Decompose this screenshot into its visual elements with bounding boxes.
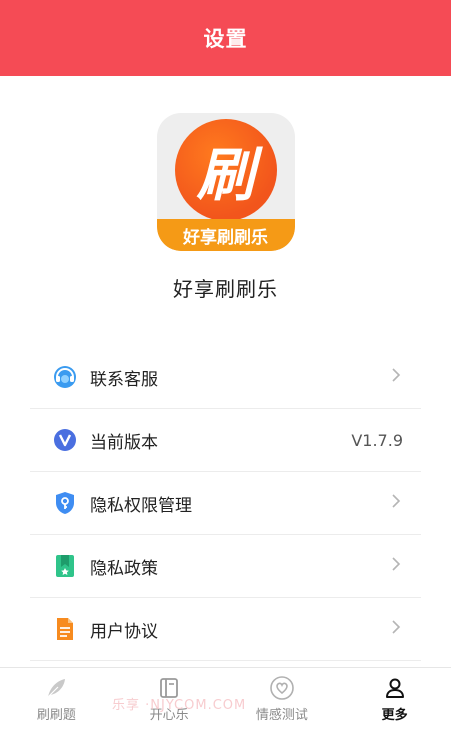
privacy-policy-icon [52,553,78,579]
chevron-right-icon [391,367,401,388]
menu-item-user-agreement[interactable]: 用户协议 [30,598,421,661]
user-icon [383,675,407,701]
menu-item-privacy-policy[interactable]: 隐私政策 [30,535,421,598]
menu-item-label: 用户协议 [90,621,158,642]
watermark: 乐享 ·NJYCOM.COM [112,698,247,713]
logo-glyph: 刷 [196,141,255,209]
tab-label: 刷刷题 [36,707,76,723]
menu-item-label: 联系客服 [90,369,158,390]
app-info: 刷 好享刷刷乐 好享刷刷乐 [0,76,451,302]
menu-item-privacy-permission[interactable]: 隐私权限管理 [30,472,421,535]
customer-service-icon [52,364,78,390]
chevron-right-icon [391,556,401,577]
tab-label: 更多 [381,707,408,723]
menu-item-label: 当前版本 [90,432,158,453]
user-agreement-icon [52,616,78,642]
menu-item-version[interactable]: 当前版本 V1.7.9 [30,409,421,472]
page-title: 设置 [203,27,248,51]
heart-icon [269,675,295,701]
tab-more[interactable]: 更多 [345,675,445,723]
feather-icon [44,675,68,701]
settings-menu: 联系客服 当前版本 V1.7.9 隐私权限管理 隐私政策 用户协议 [0,346,451,661]
chevron-right-icon [391,619,401,640]
header-bar: 设置 [0,0,451,76]
menu-item-customer-service[interactable]: 联系客服 [30,346,421,409]
menu-item-label: 隐私政策 [90,558,158,579]
tab-shuashuati[interactable]: 刷刷题 [6,675,106,723]
app-logo: 刷 好享刷刷乐 [156,113,295,251]
logo-banner: 好享刷刷乐 [156,219,295,251]
tab-emotion-test[interactable]: 情感测试 [232,675,332,723]
privacy-permission-icon [52,490,78,516]
version-value: V1.7.9 [351,430,403,450]
menu-item-label: 隐私权限管理 [90,495,192,516]
app-name: 好享刷刷乐 [173,277,278,301]
version-icon [52,427,78,453]
chevron-right-icon [391,493,401,514]
tab-label: 情感测试 [255,707,308,723]
